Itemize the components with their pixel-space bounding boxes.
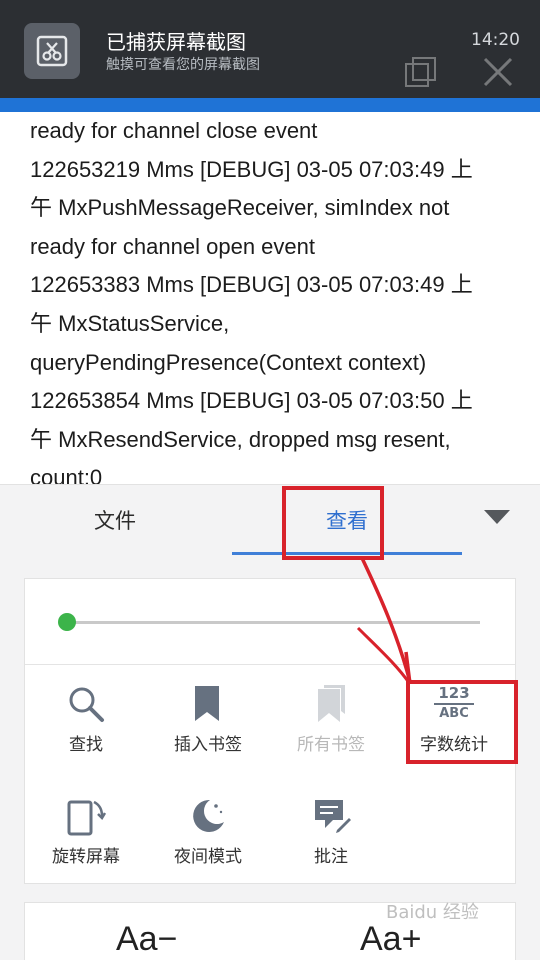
screenshot-notification[interactable]: 已捕获屏幕截图 触摸可查看您的屏幕截图 14:20 [0, 0, 540, 98]
decrease-font-button[interactable]: Aa− [116, 920, 177, 959]
insert-bookmark-button[interactable]: 插入书签 [148, 684, 268, 755]
tab-file[interactable]: 文件 [40, 485, 190, 555]
find-button[interactable]: 查找 [26, 684, 146, 755]
insert-bookmark-label: 插入书签 [174, 735, 242, 755]
copy-icon [405, 57, 436, 87]
notification-time: 14:20 [471, 30, 520, 50]
app-title-bar [0, 98, 540, 112]
rotate-screen-icon [67, 800, 106, 836]
rotate-screen-label: 旋转屏幕 [52, 847, 120, 867]
log-line: 午 MxResendService, dropped msg resent, [30, 426, 451, 452]
search-icon [69, 687, 104, 722]
night-mode-label: 夜间模式 [174, 847, 242, 867]
all-bookmarks-label: 所有书签 [297, 735, 365, 755]
moon-icon [193, 799, 224, 832]
log-line: 122653219 Mms [DEBUG] 03-05 07:03:49 上 [30, 156, 473, 182]
annotation-arrow [356, 557, 412, 685]
night-mode-button[interactable]: 夜间模式 [148, 796, 268, 867]
annotation-box-view-tab [282, 486, 384, 560]
bookmarks-stack-icon [318, 685, 345, 722]
notification-subtitle: 触摸可查看您的屏幕截图 [106, 57, 260, 73]
annotate-button[interactable]: 批注 [271, 796, 391, 867]
log-line: 122653854 Mms [DEBUG] 03-05 07:03:50 上 [30, 388, 473, 414]
log-line: 午 MxStatusService, [30, 310, 230, 336]
divider [25, 664, 515, 665]
find-label: 查找 [69, 735, 103, 755]
log-line: queryPendingPresence(Context context) [30, 349, 427, 375]
log-text: ready for channel close event 122653219 … [30, 112, 520, 498]
rotate-screen-button[interactable]: 旋转屏幕 [26, 796, 146, 867]
annotate-label: 批注 [314, 847, 348, 867]
notification-title: 已捕获屏幕截图 [106, 30, 246, 54]
log-line: 122653383 Mms [DEBUG] 03-05 07:03:49 上 [30, 272, 473, 298]
annotation-box-word-count [406, 680, 518, 764]
increase-font-button[interactable]: Aa+ [360, 920, 421, 959]
screenshot-app-icon [24, 23, 80, 79]
log-line: ready for channel open event [30, 233, 315, 259]
collapse-menu-icon[interactable] [484, 510, 510, 524]
watermark: Baidu 经验 [386, 902, 479, 923]
annotate-icon [315, 800, 351, 833]
progress-slider-thumb[interactable] [58, 613, 76, 631]
close-icon [483, 57, 513, 87]
all-bookmarks-button[interactable]: 所有书签 [271, 684, 391, 755]
menu-tabs: 文件 查看 [0, 484, 540, 556]
log-line: 午 MxPushMessageReceiver, simIndex not [30, 195, 450, 221]
bookmark-icon [195, 686, 219, 721]
log-line: ready for channel close event [30, 118, 318, 143]
